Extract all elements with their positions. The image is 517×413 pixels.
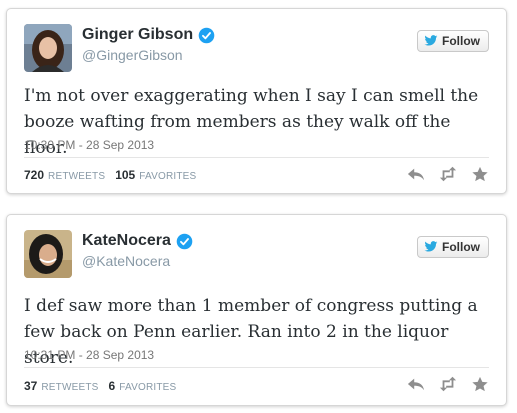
twitter-bird-icon [424, 35, 438, 46]
favorites-label[interactable]: FAVORITES [139, 171, 196, 182]
avatar-image [24, 230, 72, 278]
favorites-label[interactable]: FAVORITES [119, 382, 176, 393]
retweets-label[interactable]: RETWEETS [41, 382, 98, 393]
timestamp[interactable]: 10:30 PM - 28 Sep 2013 [24, 138, 154, 152]
tweet-actions [393, 166, 489, 182]
retweet-icon[interactable] [439, 166, 457, 182]
reply-icon[interactable] [407, 166, 425, 182]
follow-button[interactable]: Follow [417, 236, 489, 258]
star-icon[interactable] [471, 166, 489, 182]
display-name[interactable]: KateNocera [82, 232, 171, 250]
twitter-bird-icon [424, 241, 438, 252]
retweet-count[interactable]: 37 [24, 379, 37, 393]
follow-label: Follow [442, 34, 480, 48]
verified-badge-icon [176, 233, 193, 249]
favorite-count[interactable]: 105 [115, 168, 135, 182]
display-name[interactable]: Ginger Gibson [82, 26, 193, 44]
avatar[interactable] [24, 230, 72, 278]
avatar[interactable] [24, 24, 72, 72]
divider [24, 367, 489, 368]
tweet-actions [393, 376, 489, 392]
user-handle[interactable]: @GingerGibson [82, 47, 183, 63]
verified-badge-icon [198, 27, 215, 43]
avatar-image [24, 24, 72, 72]
timestamp[interactable]: 10:31 PM - 28 Sep 2013 [24, 348, 154, 362]
favorite-count[interactable]: 6 [109, 379, 116, 393]
retweets-label[interactable]: RETWEETS [48, 171, 105, 182]
follow-button[interactable]: Follow [417, 30, 489, 52]
user-handle[interactable]: @KateNocera [82, 253, 170, 269]
star-icon[interactable] [471, 376, 489, 392]
tweet-card: Ginger Gibson @GingerGibson Follow I'm n… [6, 8, 507, 194]
reply-icon[interactable] [407, 376, 425, 392]
tweet-card: KateNocera @KateNocera Follow I def saw … [6, 214, 507, 406]
tweet-stats: 720 RETWEETS 105 FAVORITES [24, 168, 206, 182]
follow-label: Follow [442, 240, 480, 254]
tweet-stats: 37 RETWEETS 6 FAVORITES [24, 379, 186, 393]
retweet-icon[interactable] [439, 376, 457, 392]
retweet-count[interactable]: 720 [24, 168, 44, 182]
divider [24, 157, 489, 158]
